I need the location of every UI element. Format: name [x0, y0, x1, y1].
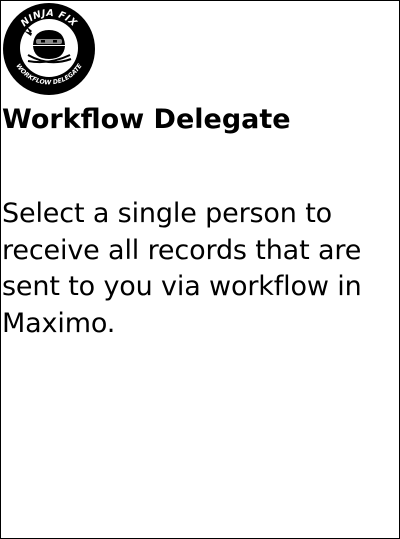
ninja-fix-logo: NINJA FIX WORKFLOW DELEGATE	[3, 3, 95, 95]
page-title: Workflow Delegate	[2, 104, 291, 135]
description-text: Select a single person to receive all re…	[2, 198, 362, 339]
app-card: NINJA FIX WORKFLOW DELEGATE Workflow Del…	[0, 0, 400, 539]
